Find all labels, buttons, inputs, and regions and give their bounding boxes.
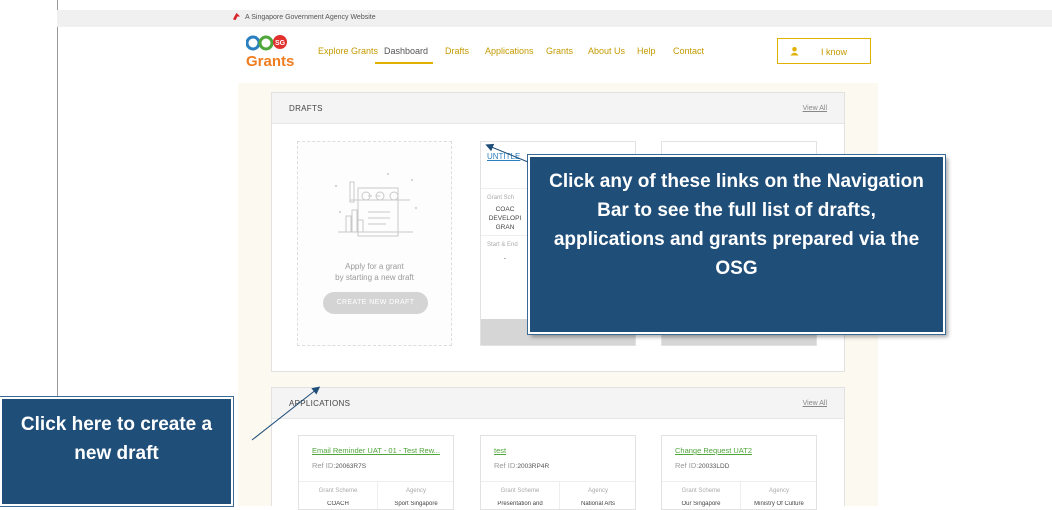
gov-banner-text: A Singapore Government Agency Website	[245, 14, 376, 21]
application-ref: Ref ID:20033LDD	[675, 461, 730, 470]
applications-panel-title: APPLICATIONS	[289, 399, 351, 408]
nav-drafts[interactable]: Drafts	[445, 46, 469, 56]
agency-label: Agency	[587, 488, 608, 494]
application-title-link[interactable]: Email Reminder UAT - 01 - Test Rew...	[312, 446, 440, 455]
grant-scheme-value: COACH	[327, 501, 349, 507]
draft-scheme-value-1: COAC	[495, 206, 515, 213]
document-chart-illustration-icon	[334, 172, 418, 237]
nav-about-us[interactable]: About Us	[588, 46, 625, 56]
grant-scheme-label: Grant Scheme	[500, 488, 540, 494]
svg-text:SG: SG	[275, 40, 286, 47]
draft-scheme-label: Grant Sch	[487, 195, 515, 201]
new-draft-hint-line2: by starting a new draft	[335, 273, 414, 282]
lion-icon	[232, 12, 241, 21]
divider	[662, 481, 816, 482]
nav-help[interactable]: Help	[637, 46, 656, 56]
draft-scheme-value-3: GRAN	[495, 224, 515, 231]
active-tab-indicator	[375, 62, 433, 64]
drafts-view-all-link[interactable]: View All	[803, 105, 827, 112]
application-title-link[interactable]: Change Request UAT2	[675, 446, 752, 455]
agency-label: Agency	[405, 488, 426, 494]
new-draft-hint-line1: Apply for a grant	[345, 262, 404, 271]
agency-value: National Arts	[580, 501, 616, 507]
nav-dashboard[interactable]: Dashboard	[384, 46, 428, 56]
draft-dates-value: -	[503, 255, 507, 262]
gov-banner: A Singapore Government Agency Website	[57, 10, 1052, 27]
application-card: Email Reminder UAT - 01 - Test Rew... Re…	[298, 435, 454, 510]
application-card: test Ref ID:2003RP4R Grant Scheme Agency…	[480, 435, 636, 510]
new-draft-card: Apply for a grant by starting a new draf…	[297, 141, 452, 346]
divider	[559, 482, 560, 509]
divider	[377, 482, 378, 509]
draft-title-link[interactable]: UNTITLE	[487, 152, 520, 161]
grant-scheme-value: Our Singapore	[681, 501, 721, 507]
drafts-panel-title: DRAFTS	[289, 104, 323, 113]
nav-explore-grants[interactable]: Explore Grants	[318, 46, 378, 56]
draft-dates-label: Start & End	[487, 242, 518, 248]
user-icon	[790, 46, 799, 56]
application-card: Change Request UAT2 Ref ID:20033LDD Gran…	[661, 435, 817, 510]
application-ref: Ref ID:20063R7S	[312, 461, 367, 470]
nav-applications[interactable]: Applications	[485, 46, 534, 56]
oursg-grants-logo[interactable]: SG Grants	[245, 34, 306, 74]
navigation-callout: Click any of these links on the Navigati…	[528, 155, 945, 334]
agency-label: Agency	[768, 488, 789, 494]
user-name: I know	[821, 47, 848, 57]
create-new-draft-button[interactable]: CREATE NEW DRAFT	[323, 292, 428, 314]
application-ref: Ref ID:2003RP4R	[494, 461, 550, 470]
divider	[740, 482, 741, 509]
grant-scheme-label: Grant Scheme	[318, 488, 358, 494]
grant-scheme-label: Grant Scheme	[681, 488, 721, 494]
agency-value: Ministry Of Culture	[754, 501, 804, 507]
divider	[481, 481, 635, 482]
drafts-panel-header: DRAFTS View All	[272, 93, 844, 124]
user-menu-button[interactable]: I know	[777, 38, 871, 64]
applications-panel-header: APPLICATIONS View All	[272, 388, 844, 419]
grant-scheme-value: Presentation and	[497, 501, 543, 507]
divider	[299, 481, 453, 482]
nav-grants[interactable]: Grants	[546, 46, 573, 56]
agency-value: Sport Singapore	[394, 501, 438, 507]
applications-view-all-link[interactable]: View All	[803, 400, 827, 407]
nav-contact[interactable]: Contact	[673, 46, 704, 56]
svg-text:Grants: Grants	[246, 53, 294, 70]
create-draft-callout: Click here to create a new draft	[0, 397, 233, 506]
draft-scheme-value-2: DEVELOPI	[488, 215, 522, 222]
application-title-link[interactable]: test	[494, 446, 506, 455]
